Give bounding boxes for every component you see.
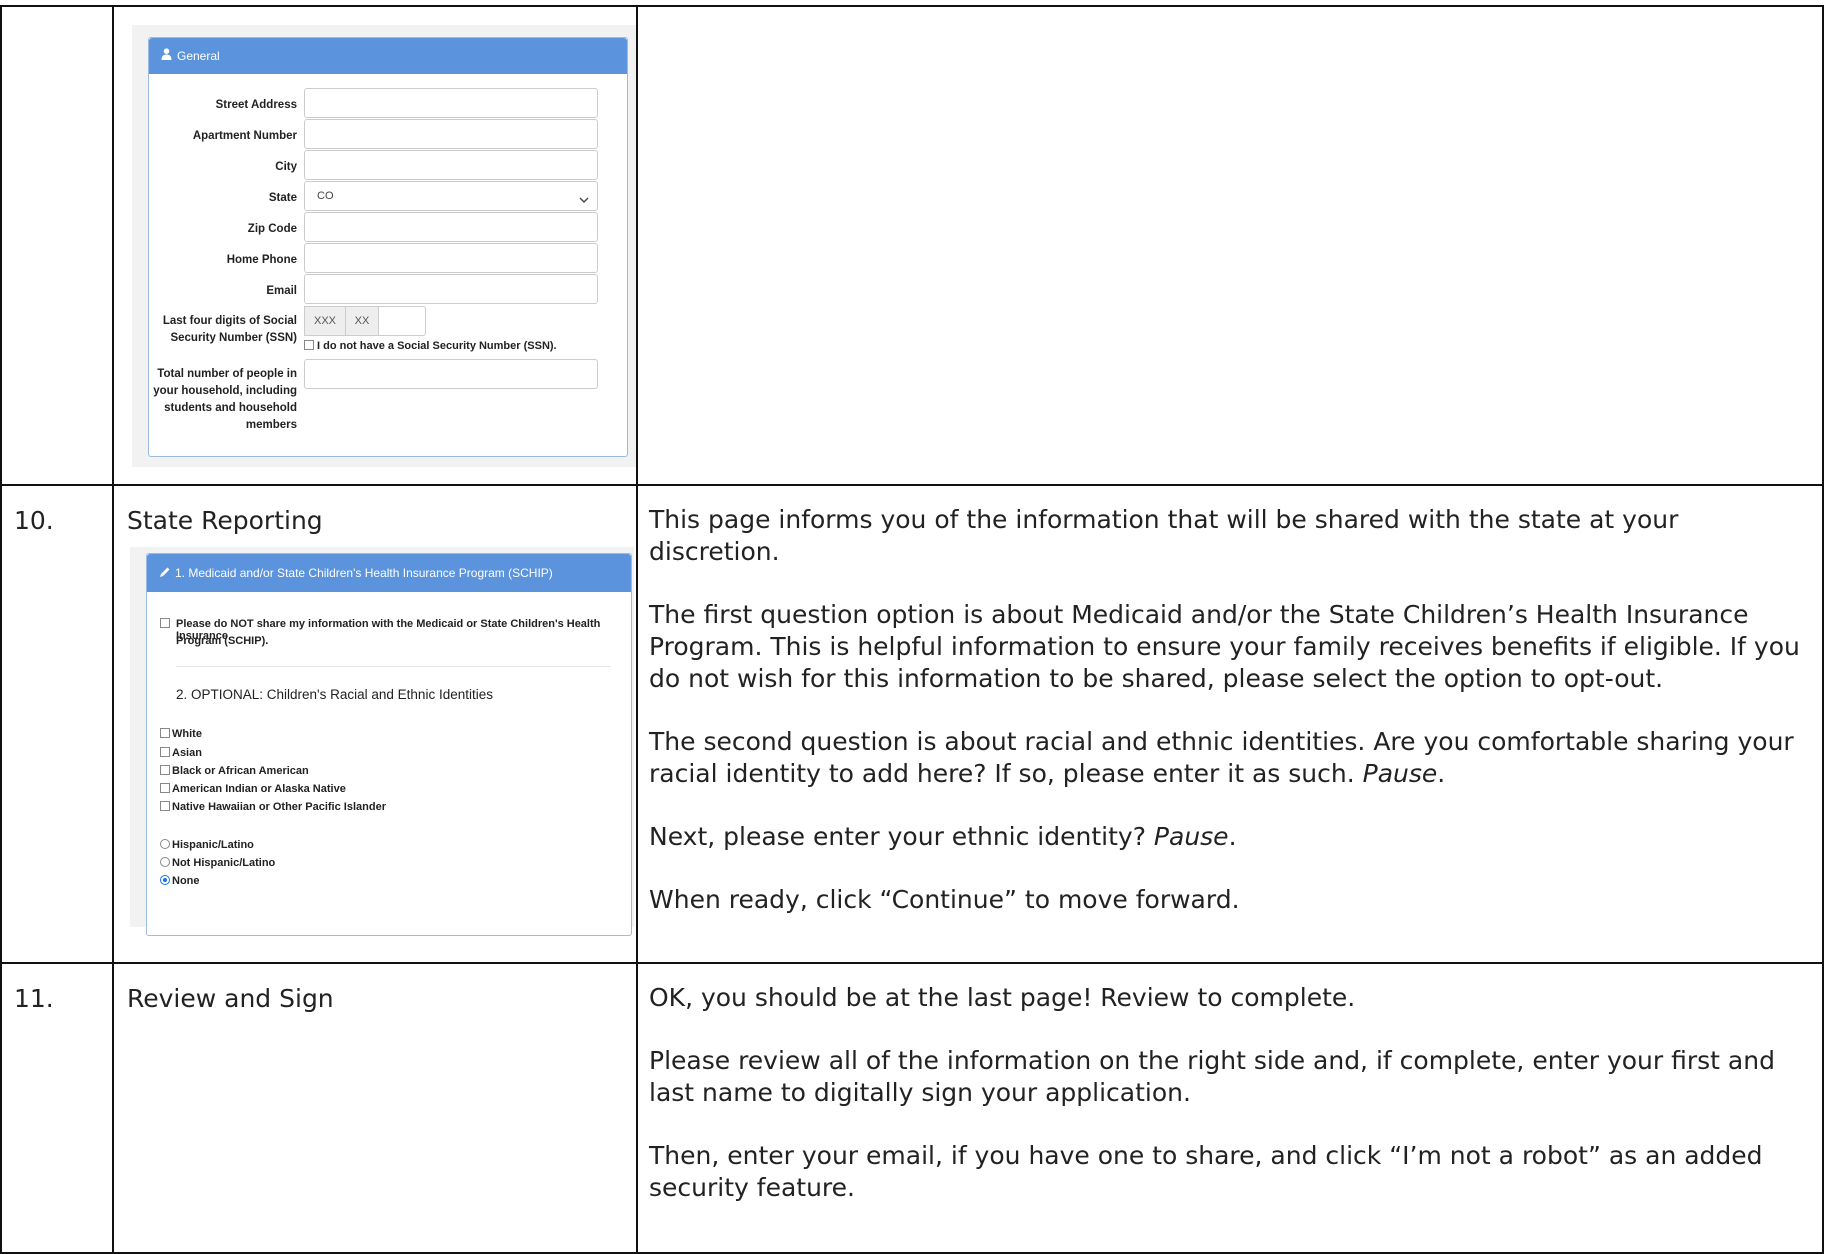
home-phone-label: Home Phone (226, 254, 297, 266)
state-select[interactable]: CO (304, 181, 598, 211)
email-label: Email (266, 285, 297, 297)
state-reporting-screenshot: 1. Medicaid and/or State Children's Heal… (130, 547, 634, 936)
pause-note: Pause (1153, 822, 1229, 851)
city-label: City (275, 161, 297, 173)
ethnicity-none-radio[interactable] (160, 875, 170, 885)
step-number: 10. (0, 484, 114, 964)
state-value: CO (317, 190, 334, 202)
zip-code-input[interactable] (304, 212, 598, 242)
apartment-number-label: Apartment Number (192, 130, 297, 142)
ethnicity-hispanic-label: Hispanic/Latino (172, 839, 254, 851)
schip-panel: 1. Medicaid and/or State Children's Heal… (146, 553, 632, 936)
paragraph-text: The second question is about racial and … (649, 727, 1794, 788)
email-input[interactable] (304, 274, 598, 304)
section2-title: 2. OPTIONAL: Children's Racial and Ethni… (176, 687, 493, 702)
paragraph: OK, you should be at the last page! Revi… (649, 983, 1356, 1012)
panel-title: General (177, 49, 220, 63)
schip-optout-checkbox[interactable] (160, 618, 170, 628)
apartment-number-input[interactable] (304, 119, 598, 149)
user-icon (161, 48, 172, 63)
race-black-label: Black or African American (172, 765, 309, 777)
paragraph: Then, enter your email, if you have one … (649, 1141, 1763, 1202)
state-label: State (268, 192, 297, 204)
no-ssn-checkbox[interactable] (304, 340, 314, 350)
ethnicity-hispanic-radio[interactable] (160, 839, 170, 849)
panel-title: 1. Medicaid and/or State Children's Heal… (175, 566, 553, 580)
paragraph: Next, please enter your ethnic identity?… (649, 821, 1802, 853)
number-cell (0, 5, 114, 486)
home-phone-input[interactable] (304, 243, 598, 273)
street-address-input[interactable] (304, 88, 598, 118)
race-pacific-islander-checkbox[interactable] (160, 801, 170, 811)
step-description: This page informs you of the information… (636, 484, 1824, 964)
household-label-line1: Total number of people in (157, 368, 297, 380)
paragraph: The second question is about racial and … (649, 726, 1802, 790)
ethnicity-not-hispanic-label: Not Hispanic/Latino (172, 857, 276, 869)
paragraph: The first question option is about Medic… (649, 600, 1800, 693)
race-pacific-islander-label: Native Hawaiian or Other Pacific Islande… (172, 801, 386, 813)
race-asian-label: Asian (172, 747, 202, 759)
description-cell (636, 5, 1824, 486)
document: 10. State Reporting This page informs yo… (0, 0, 1826, 1254)
race-white-label: White (172, 728, 202, 740)
race-american-indian-checkbox[interactable] (160, 783, 170, 793)
ethnicity-not-hispanic-radio[interactable] (160, 857, 170, 867)
step-description: OK, you should be at the last page! Revi… (636, 962, 1824, 1254)
zip-code-label: Zip Code (247, 223, 297, 235)
household-label-line4: members (245, 419, 297, 431)
household-label-line2: your household, including (153, 385, 297, 397)
panel-header: General (149, 38, 627, 74)
household-count-input[interactable] (304, 359, 598, 389)
race-american-indian-label: American Indian or Alaska Native (172, 783, 346, 795)
divider (176, 666, 611, 667)
ssn-label-line1: Last four digits of Social (162, 315, 297, 327)
step-cell: Review and Sign (112, 962, 638, 1254)
no-ssn-label: I do not have a Social Security Number (… (317, 340, 557, 352)
city-input[interactable] (304, 150, 598, 180)
paragraph: When ready, click “Continue” to move for… (649, 885, 1240, 914)
race-asian-checkbox[interactable] (160, 747, 170, 757)
race-black-checkbox[interactable] (160, 765, 170, 775)
chevron-down-icon (579, 191, 589, 209)
ssn-prefix-1: XXX (304, 306, 346, 336)
ssn-last-four-input[interactable] (378, 306, 426, 336)
pause-note: Pause (1362, 759, 1438, 788)
street-address-label: Street Address (215, 99, 297, 111)
period: . (1228, 822, 1237, 851)
period: . (1437, 759, 1446, 788)
paragraph: Please review all of the information on … (649, 1046, 1775, 1107)
step-title: State Reporting (127, 506, 323, 535)
table-row: 11. Review and Sign OK, you should be at… (0, 962, 1824, 1254)
panel-header: 1. Medicaid and/or State Children's Heal… (147, 554, 631, 592)
paragraph-text: Next, please enter your ethnic identity? (649, 822, 1146, 851)
step-title: Review and Sign (127, 984, 334, 1013)
ssn-label-line2: Security Number (SSN) (170, 332, 297, 344)
pencil-icon (159, 566, 171, 581)
general-form-screenshot: General Street Address Apartment Number … (132, 25, 636, 467)
step-number: 11. (0, 962, 114, 1254)
paragraph: This page informs you of the information… (649, 505, 1679, 566)
ssn-prefix-2: XX (345, 306, 379, 336)
schip-optout-label-line2: Program (SCHIP). (176, 635, 269, 647)
household-label-line3: students and household (164, 402, 297, 414)
ethnicity-none-label: None (172, 875, 200, 887)
race-white-checkbox[interactable] (160, 728, 170, 738)
